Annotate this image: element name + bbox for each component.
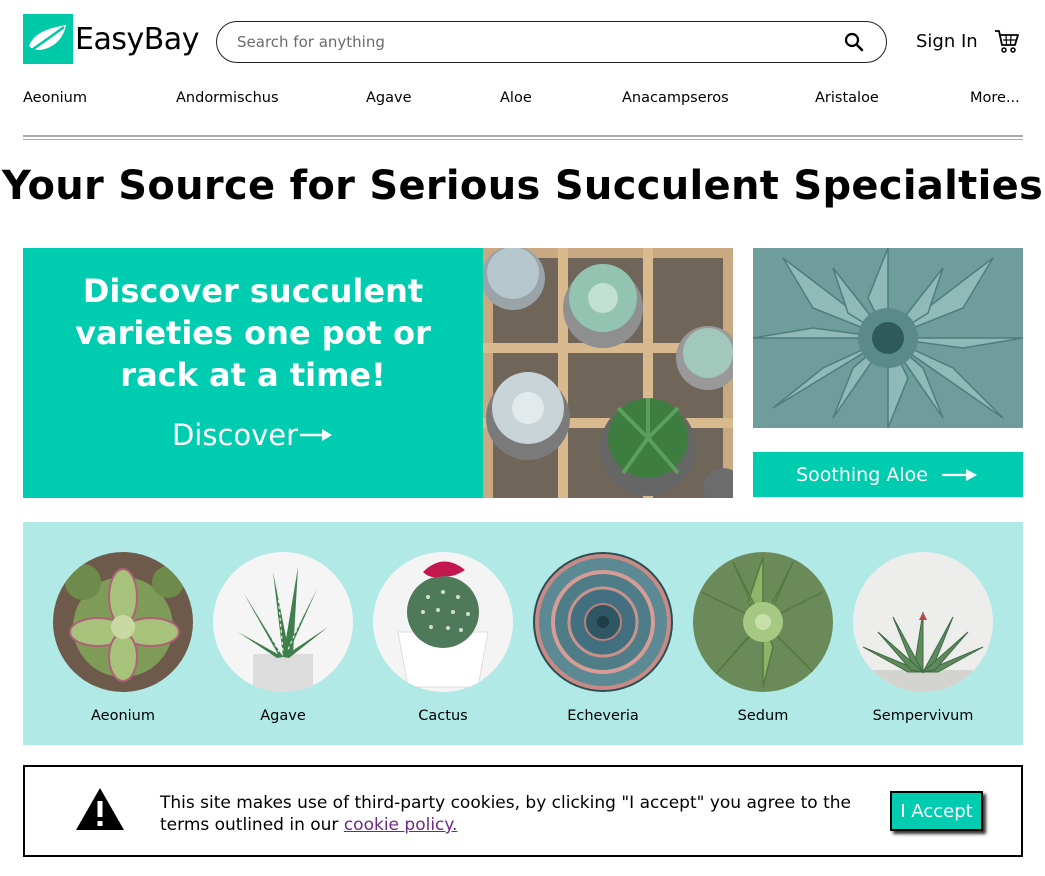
cookie-policy-link[interactable]: cookie policy.: [344, 815, 458, 835]
cookie-message: This site makes use of third-party cooki…: [160, 792, 860, 836]
featured-item-sempervivum[interactable]: Sempervivum: [853, 552, 993, 724]
featured-label: Cactus: [418, 708, 468, 724]
agave-image: [213, 552, 353, 692]
featured-item-cactus[interactable]: Cactus: [373, 552, 513, 724]
search-input[interactable]: [237, 33, 842, 51]
category-link-more[interactable]: More...: [970, 90, 1020, 106]
category-nav: Aeonium Andormischus Agave Aloe Anacamps…: [23, 90, 1023, 108]
aeonium-image: [53, 552, 193, 692]
arrow-right-icon: [941, 468, 977, 481]
shopping-cart-icon[interactable]: [994, 28, 1020, 54]
hero-banner: Discover succulent varieties one pot or …: [23, 248, 483, 498]
category-link-aristaloe[interactable]: Aristaloe: [815, 90, 879, 106]
featured-label: Echeveria: [567, 708, 639, 724]
sempervivum-image: [853, 552, 993, 692]
warning-icon: [75, 787, 125, 835]
discover-label: Discover: [171, 418, 299, 452]
featured-categories: Aeonium Agave Cactus Echeveria Sedum Sem…: [23, 522, 1023, 745]
succulent-crate-image: [483, 248, 733, 498]
cookie-banner: This site makes use of third-party cooki…: [23, 765, 1023, 857]
cookie-text: This site makes use of third-party cooki…: [160, 793, 851, 835]
featured-label: Aeonium: [91, 708, 155, 724]
search-bar: [216, 21, 887, 63]
echeveria-image: [533, 552, 673, 692]
search-icon[interactable]: [842, 30, 866, 54]
category-link-aloe[interactable]: Aloe: [500, 90, 532, 106]
featured-item-sedum[interactable]: Sedum: [693, 552, 833, 724]
agave-closeup-image: [753, 248, 1023, 428]
featured-item-aeonium[interactable]: Aeonium: [53, 552, 193, 724]
featured-label: Agave: [260, 708, 306, 724]
soothing-aloe-button[interactable]: Soothing Aloe: [753, 452, 1023, 497]
accept-cookies-button[interactable]: I Accept: [890, 791, 983, 831]
brand-name: EasyBay: [75, 21, 199, 57]
featured-label: Sempervivum: [872, 708, 974, 724]
soothing-aloe-label: Soothing Aloe: [796, 463, 928, 486]
arrow-right-icon: [300, 429, 333, 441]
category-link-anacampseros[interactable]: Anacampseros: [622, 90, 729, 106]
leaf-logo-icon: [23, 14, 73, 64]
sign-in-link[interactable]: Sign In: [916, 31, 978, 52]
category-link-andormischus[interactable]: Andormischus: [176, 90, 279, 106]
discover-button[interactable]: Discover: [23, 418, 483, 452]
category-link-agave[interactable]: Agave: [366, 90, 412, 106]
sedum-image: [693, 552, 833, 692]
featured-label: Sedum: [737, 708, 789, 724]
hero-title: Discover succulent varieties one pot or …: [75, 272, 431, 394]
category-link-aeonium[interactable]: Aeonium: [23, 90, 87, 106]
featured-item-agave[interactable]: Agave: [213, 552, 353, 724]
featured-item-echeveria[interactable]: Echeveria: [533, 552, 673, 724]
site-logo[interactable]: EasyBay: [23, 14, 199, 64]
divider: [23, 135, 1023, 140]
page-headline: Your Source for Serious Succulent Specia…: [1, 163, 1044, 209]
cactus-image: [373, 552, 513, 692]
